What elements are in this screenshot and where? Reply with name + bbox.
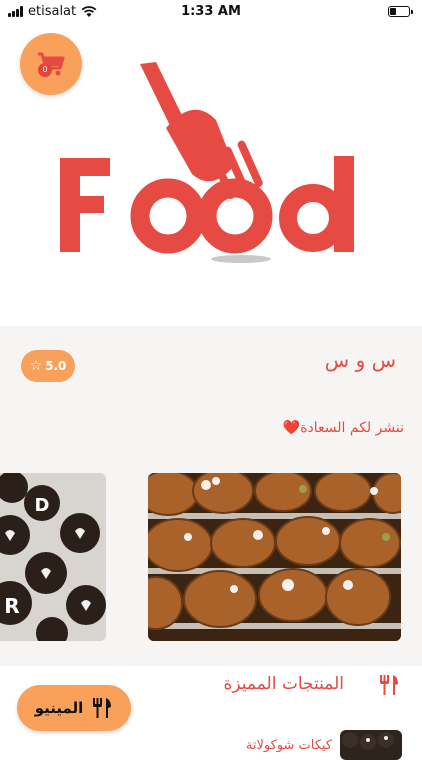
featured-product-name: كيكات شوكولاتة — [245, 738, 332, 753]
cart-count-badge: 0 — [38, 63, 52, 77]
rating-badge: ☆ 5.0 — [21, 350, 75, 382]
svg-text:D: D — [35, 495, 50, 516]
featured-product-image[interactable] — [340, 730, 402, 760]
store-info-section: س و س ☆ 5.0 ننشر لكم السعادة❤️ D R — [0, 326, 422, 666]
menu-button[interactable]: المينيو — [17, 685, 131, 731]
header: 0 — [0, 24, 422, 326]
cutlery-icon — [380, 675, 398, 695]
svg-text:R: R — [4, 594, 19, 618]
status-bar: etisalat 1:33 AM — [0, 0, 422, 24]
store-tagline: ننشر لكم السعادة❤️ — [283, 420, 404, 436]
menu-button-label: المينيو — [34, 699, 84, 717]
fork-icon — [140, 62, 263, 200]
letter-d — [279, 156, 354, 252]
heart-icon: ❤️ — [282, 420, 301, 436]
store-name: س و س — [324, 348, 396, 372]
rating-value: 5.0 — [45, 359, 67, 373]
tagline-text: ننشر لكم السعادة — [300, 420, 404, 436]
featured-products-title: المنتجات المميزة — [223, 674, 344, 694]
coconut-cakes-photo[interactable] — [148, 473, 401, 641]
battery-icon — [388, 6, 413, 17]
chocolate-letters-photo[interactable]: D R — [0, 473, 106, 641]
letter-f — [60, 158, 110, 252]
clock: 1:33 AM — [181, 4, 241, 19]
food-logo — [58, 58, 368, 302]
star-icon: ☆ — [29, 358, 43, 374]
cutlery-icon — [93, 698, 112, 718]
